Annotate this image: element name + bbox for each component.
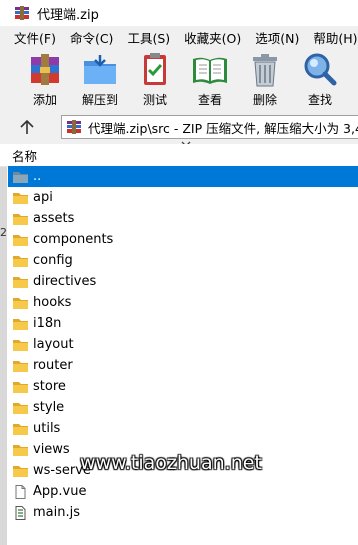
up-arrow-icon[interactable] (18, 119, 36, 135)
trash-icon (253, 54, 277, 87)
extract-folder-icon (84, 55, 116, 84)
find-button[interactable]: 查找 (293, 51, 347, 109)
file-name: App.vue (33, 484, 87, 499)
test-label: 测试 (142, 93, 167, 107)
magnifier-icon (304, 53, 337, 86)
folder-icon (13, 276, 28, 288)
folder-icon (13, 465, 28, 477)
file-name: i18n (33, 316, 62, 331)
menu-file[interactable]: 文件(F) (0, 28, 63, 47)
list-item[interactable]: .. (8, 166, 358, 187)
file-name: components (33, 232, 114, 247)
view-book-icon (193, 57, 227, 84)
folder-icon (13, 318, 28, 330)
folder-icon (13, 402, 28, 414)
file-name: hooks (33, 295, 72, 310)
list-item[interactable]: assets (8, 208, 358, 229)
menu-options[interactable]: 选项(N) (248, 28, 306, 47)
folder-icon (13, 213, 28, 225)
list-item[interactable]: i18n (8, 313, 358, 334)
folder-icon (13, 192, 28, 204)
list-item[interactable]: directives (8, 271, 358, 292)
folder-icon (13, 234, 28, 246)
add-button[interactable]: 添加 (18, 51, 72, 109)
list-item[interactable]: components (8, 229, 358, 250)
file-name: config (33, 253, 73, 268)
add-label: 添加 (32, 93, 57, 107)
title-bar: 代理端.zip (0, 0, 358, 26)
address-bar[interactable]: 代理端.zip\src - ZIP 压缩文件, 解压缩大小为 3,470 (61, 115, 358, 139)
list-item[interactable]: api (8, 187, 358, 208)
folder-icon (13, 339, 28, 351)
list-item[interactable]: router (8, 355, 358, 376)
file-name: assets (33, 211, 75, 226)
file-name: views (33, 442, 70, 457)
folder-icon (13, 381, 28, 393)
list-item[interactable]: store (8, 376, 358, 397)
winrar-app-icon (15, 6, 29, 20)
file-icon (15, 484, 26, 499)
file-name: store (33, 379, 66, 394)
parent-folder-icon (13, 171, 28, 183)
list-item[interactable]: style (8, 397, 358, 418)
list-item[interactable]: hooks (8, 292, 358, 313)
menu-commands[interactable]: 命令(C) (63, 28, 120, 47)
test-button[interactable]: 测试 (128, 51, 182, 109)
file-name: directives (33, 274, 97, 289)
address-path: 代理端.zip\src - ZIP 压缩文件, 解压缩大小为 3,470 (88, 120, 358, 136)
file-name: .. (33, 169, 42, 184)
file-name: style (33, 400, 65, 415)
delete-label: 删除 (252, 93, 277, 107)
file-name: router (33, 358, 73, 373)
folder-icon (13, 444, 28, 456)
left-fragment: 2 (0, 226, 7, 239)
list-item[interactable]: App.vue (8, 481, 358, 502)
folder-icon (13, 297, 28, 309)
list-item[interactable]: layout (8, 334, 358, 355)
folder-icon (13, 255, 28, 267)
file-name: layout (33, 337, 74, 352)
list-item[interactable]: config (8, 250, 358, 271)
list-item[interactable]: utils (8, 418, 358, 439)
delete-button[interactable]: 删除 (238, 51, 292, 109)
file-name: main.js (33, 505, 80, 520)
view-button[interactable]: 查看 (183, 51, 237, 109)
extract-to-label: 解压到 (81, 93, 118, 107)
menu-help[interactable]: 帮助(H) (306, 28, 358, 47)
add-archive-icon (31, 54, 59, 85)
toolbar: 添加 解压到 测试 查看 删除 查找 (0, 48, 358, 110)
column-name-header[interactable]: 名称 (12, 146, 37, 165)
script-file-icon (15, 505, 26, 520)
file-name: api (33, 190, 53, 205)
folder-icon (13, 423, 28, 435)
extract-to-button[interactable]: 解压到 (73, 51, 127, 109)
folder-icon (13, 360, 28, 372)
menu-tools[interactable]: 工具(S) (120, 28, 177, 47)
file-name: utils (33, 421, 61, 436)
test-clipboard-icon (144, 53, 166, 85)
column-header: 名称 (0, 144, 358, 167)
watermark-text: www.tiaozhuan.net (80, 452, 262, 474)
menu-favorites[interactable]: 收藏夹(O) (177, 28, 248, 47)
address-row: 代理端.zip\src - ZIP 压缩文件, 解压缩大小为 3,470 (0, 110, 358, 144)
view-label: 查看 (197, 93, 222, 107)
menu-bar: 文件(F) 命令(C) 工具(S) 收藏夹(O) 选项(N) 帮助(H) (0, 26, 358, 48)
window-title: 代理端.zip (37, 7, 99, 23)
find-label: 查找 (307, 93, 332, 107)
zip-archive-icon (67, 120, 81, 134)
list-item[interactable]: main.js (8, 502, 358, 523)
